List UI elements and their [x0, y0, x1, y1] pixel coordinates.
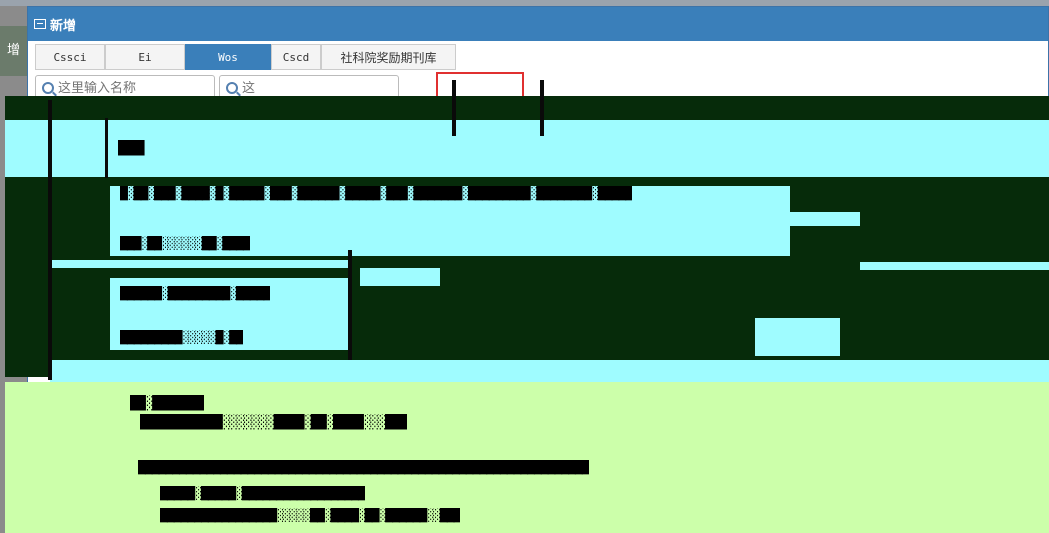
glitch-text: ████████████████████████████████████████… — [138, 460, 589, 475]
search-input-secondary[interactable] — [242, 80, 372, 96]
tab-cssci[interactable]: Cssci — [35, 44, 105, 70]
dialog-title-bar: 新增 — [28, 7, 1048, 41]
tab-cscd[interactable]: Cscd — [271, 44, 321, 70]
glitch-band-cyan — [5, 120, 1049, 177]
dialog-title: 新增 — [50, 18, 77, 34]
glitch-text: █░██░███░████░█░█████░███░██████░█████░█… — [120, 186, 632, 201]
glitch-text: ██████░█████████░█████ — [120, 286, 271, 301]
glitch-band-cyan — [860, 262, 1049, 270]
glitch-line — [540, 80, 544, 136]
glitch-band-cyan — [755, 318, 840, 356]
glitch-band-cyan — [50, 360, 1049, 382]
glitch-text: ███▌ — [118, 140, 148, 156]
tab-ei[interactable]: Ei — [105, 44, 185, 70]
glitch-text: ███░██░░░░░░██░████ — [120, 236, 250, 251]
background-tab[interactable]: 增 — [0, 26, 27, 76]
tab-social-science-journals[interactable]: 社科院奖励期刊库 — [321, 44, 456, 70]
glitch-line — [348, 250, 352, 360]
glitch-line — [48, 100, 52, 380]
glitch-band-cyan — [50, 260, 350, 268]
tab-wos[interactable]: Wos — [185, 44, 271, 70]
source-tabs: Cssci Ei Wos Cscd 社科院奖励期刊库 — [35, 44, 456, 70]
glitch-text: ██░███████ — [130, 395, 205, 411]
glitch-band-cyan — [360, 268, 440, 286]
glitch-band-cyan — [360, 230, 560, 248]
search-icon — [42, 82, 54, 94]
search-icon — [226, 82, 238, 94]
window-icon — [34, 19, 46, 29]
glitch-line — [452, 80, 456, 136]
glitch-band-dark — [5, 96, 1049, 120]
glitch-text: █████░█████░██████████████████ — [160, 486, 365, 501]
glitch-text: ███████████░░░░░░░████░██░████░░░███ — [140, 414, 408, 430]
search-input-name[interactable] — [58, 80, 188, 96]
glitch-band-cyan — [340, 212, 860, 226]
glitch-text: █████████████████░░░░░██░████░██░██████░… — [160, 508, 461, 523]
glitch-text: █████████░░░░░█░██ — [120, 330, 243, 345]
glitch-line — [105, 118, 108, 178]
